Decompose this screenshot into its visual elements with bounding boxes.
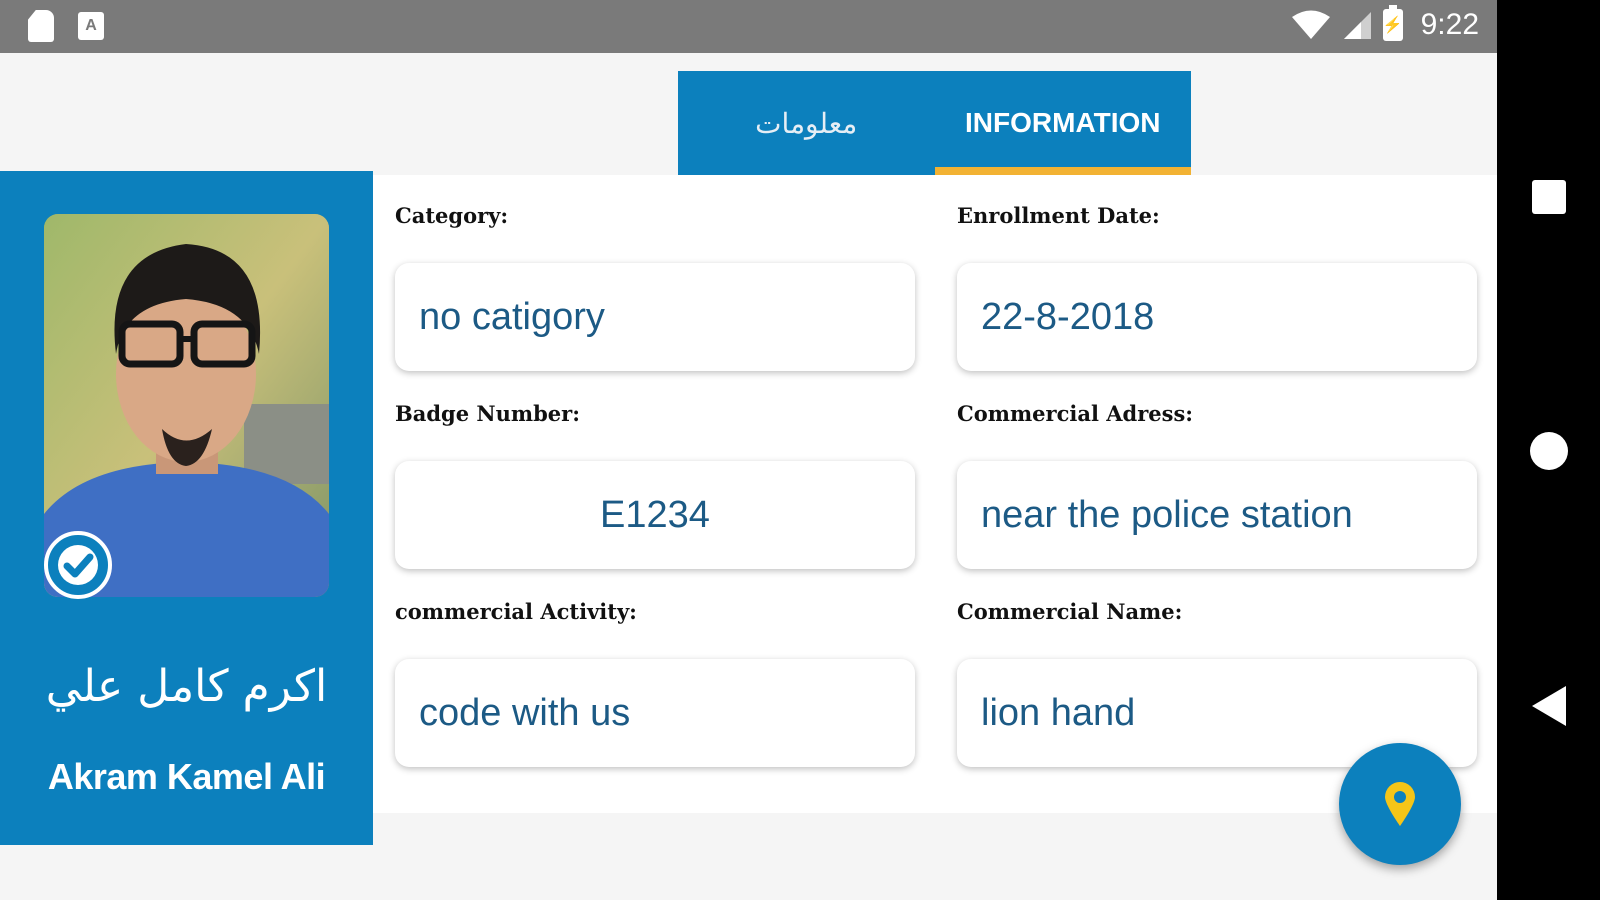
enrollment-date-label: Enrollment Date:: [957, 203, 1160, 228]
verified-badge: [44, 531, 112, 599]
navigation-bar: [1497, 0, 1600, 900]
category-field: Category: no catigory: [395, 203, 915, 371]
tab-information[interactable]: INFORMATION: [934, 71, 1192, 175]
commercial-activity-label: commercial Activity:: [395, 599, 637, 624]
commercial-address-value: near the police station: [957, 461, 1477, 569]
recent-apps-button[interactable]: [1531, 180, 1566, 214]
info-panel: Category: no catigory Enrollment Date: 2…: [373, 175, 1497, 813]
home-button[interactable]: [1529, 432, 1568, 470]
tab-bar: معلومات INFORMATION: [678, 71, 1191, 175]
notification-icons: A: [28, 10, 104, 42]
wifi-icon: [1291, 10, 1330, 39]
name-arabic: اكرم كامل علي: [45, 661, 328, 712]
app-screen: معلومات INFORMATION اكرم كامل علي Akram …: [0, 53, 1497, 900]
system-icons: ⚡ 9:22: [1291, 5, 1479, 42]
name-english: Akram Kamel Ali: [47, 756, 326, 797]
enrollment-date-field: Enrollment Date: 22-8-2018: [957, 203, 1477, 371]
cell-signal-icon: [1343, 12, 1371, 39]
location-pin-icon: [1385, 782, 1415, 826]
commercial-name-label: Commercial Name:: [957, 599, 1183, 624]
check-icon: [58, 545, 98, 585]
commercial-name-field: Commercial Name: lion hand: [957, 599, 1477, 767]
status-bar: A ⚡ 9:22: [0, 0, 1497, 53]
category-label: Category:: [395, 203, 509, 228]
battery-icon: ⚡: [1382, 5, 1403, 41]
commercial-activity-value: code with us: [395, 659, 915, 767]
location-button[interactable]: [1339, 743, 1461, 865]
badge-number-field: Badge Number: E1234: [395, 401, 915, 569]
badge-number-value: E1234: [395, 461, 915, 569]
category-value: no catigory: [395, 263, 915, 371]
sd-card-icon: [28, 10, 54, 42]
tab-arabic-info[interactable]: معلومات: [678, 71, 935, 175]
badge-number-label: Badge Number:: [395, 401, 580, 426]
clock: 9:22: [1420, 8, 1479, 41]
app-notification-icon: A: [78, 12, 104, 40]
profile-card: اكرم كامل علي Akram Kamel Ali: [0, 171, 373, 845]
commercial-activity-field: commercial Activity: code with us: [395, 599, 915, 767]
commercial-address-label: Commercial Adress:: [957, 401, 1194, 426]
back-button[interactable]: [1531, 686, 1566, 726]
commercial-address-field: Commercial Adress: near the police stati…: [957, 401, 1477, 569]
enrollment-date-value: 22-8-2018: [957, 263, 1477, 371]
